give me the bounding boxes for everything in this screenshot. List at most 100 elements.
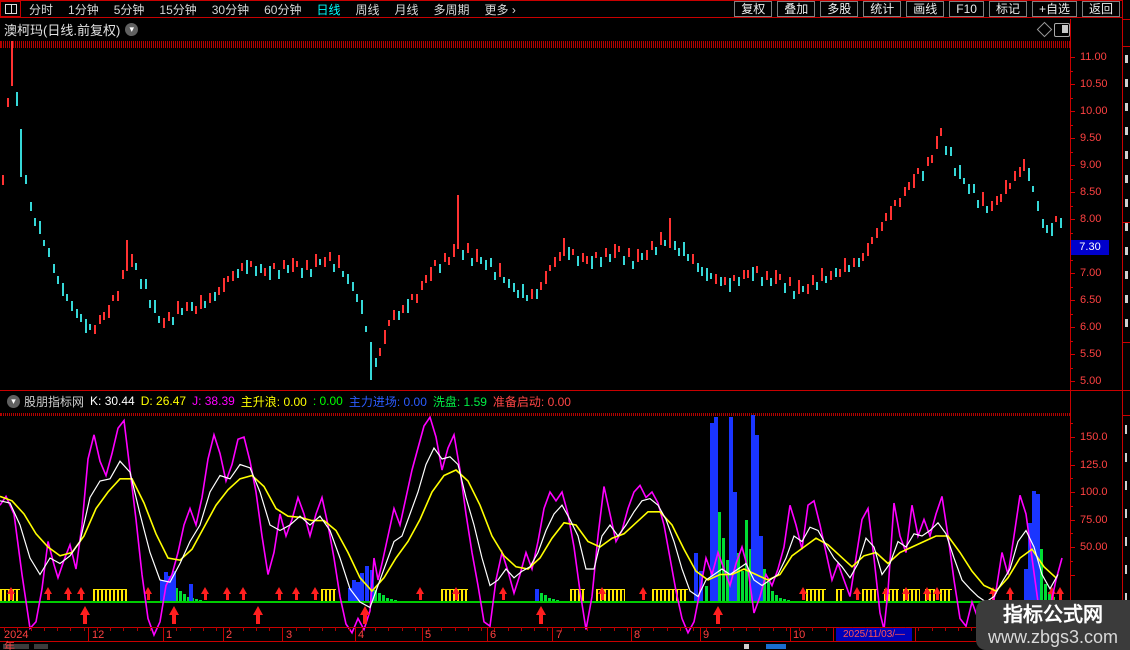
candle — [917, 167, 919, 175]
candle — [904, 186, 906, 196]
add-watchlist-button[interactable]: +自选 — [1031, 1, 1077, 17]
period-5min[interactable]: 5分钟 — [114, 1, 145, 18]
candle — [333, 263, 335, 273]
green-volume-bar — [1040, 549, 1043, 602]
buy-signal-arrow — [989, 587, 997, 600]
blue-volume-bar — [535, 588, 539, 602]
candle — [503, 276, 505, 284]
toolbar-right-buttons: 复权 叠加 多股 统计 画线 F10 标记 +自选 返回 — [729, 1, 1120, 17]
date-minor-tick — [84, 627, 85, 631]
candle — [145, 279, 147, 289]
candle — [784, 283, 786, 293]
date-minor-tick — [759, 627, 760, 631]
signal-arrow-below — [253, 606, 263, 624]
buy-signal-arrow — [311, 587, 319, 600]
date-minor-tick — [508, 627, 509, 631]
candle — [462, 250, 464, 260]
price-label: 9.00 — [1080, 159, 1102, 171]
buy-signal-arrow — [223, 587, 231, 600]
candle — [329, 252, 331, 262]
month-label: 10 — [793, 629, 806, 641]
month-separator — [631, 627, 632, 641]
date-minor-tick — [574, 627, 575, 631]
period-1min[interactable]: 1分钟 — [68, 1, 99, 18]
statistics-button[interactable]: 统计 — [863, 1, 902, 17]
candle — [457, 194, 459, 249]
blue-volume-bar — [189, 584, 193, 602]
candle — [342, 270, 344, 278]
axis-tick — [1070, 57, 1075, 58]
blue-volume-bar — [694, 552, 698, 602]
candle — [1037, 201, 1039, 211]
month-label: 3 — [286, 629, 293, 641]
green-volume-bar — [737, 552, 740, 602]
indicator-header: ▾ 股朋指标网 K: 30.44 D: 26.47 J: 38.39 主升浪: 0.0… — [2, 392, 577, 410]
axis-tick — [1070, 437, 1075, 438]
period-day[interactable]: 日线 — [316, 1, 340, 18]
date-minor-tick — [203, 627, 204, 631]
period-month[interactable]: 月线 — [395, 1, 419, 18]
price-label: 9.50 — [1080, 132, 1102, 144]
period-intraday[interactable]: 分时 — [29, 1, 53, 18]
draw-line-button[interactable]: 画线 — [906, 1, 945, 17]
mark-button[interactable]: 标记 — [988, 1, 1027, 17]
candle — [85, 319, 87, 333]
axis-tick — [1070, 354, 1075, 355]
title-dropdown-icon[interactable]: ▾ — [125, 23, 139, 36]
candlestick-chart[interactable] — [0, 41, 1070, 388]
candle — [430, 267, 432, 281]
multi-stock-button[interactable]: 多股 — [820, 1, 859, 17]
candle — [517, 290, 519, 299]
candle — [398, 310, 400, 320]
candle — [232, 270, 234, 281]
blue-volume-bar — [365, 565, 369, 602]
indicator-collapse-icon[interactable]: ▾ — [7, 394, 20, 408]
candle — [605, 248, 607, 258]
indicator-chart[interactable] — [0, 413, 1070, 627]
month-separator — [88, 627, 89, 641]
clipped-right-sidebar — [1122, 0, 1130, 650]
candle — [982, 192, 984, 206]
month-label: 2 — [226, 629, 233, 641]
candle — [881, 222, 883, 232]
candle — [20, 128, 22, 177]
adjust-rights-button[interactable]: 复权 — [734, 1, 773, 17]
candle — [968, 183, 970, 194]
overlay-button[interactable]: 叠加 — [777, 1, 816, 17]
candle — [646, 250, 648, 260]
period-15min[interactable]: 15分钟 — [159, 1, 196, 18]
window-split-icon[interactable] — [0, 1, 21, 17]
period-week[interactable]: 周线 — [355, 1, 379, 18]
f10-button[interactable]: F10 — [949, 1, 984, 17]
candle — [39, 220, 41, 235]
date-minor-tick — [521, 627, 522, 631]
date-minor-tick — [44, 627, 45, 631]
candle — [526, 294, 528, 302]
period-30min[interactable]: 30分钟 — [212, 1, 249, 18]
month-separator — [487, 627, 488, 641]
date-minor-tick — [958, 627, 959, 631]
period-more[interactable]: 更多 › — [485, 1, 516, 18]
date-minor-tick — [812, 627, 813, 631]
indicator-value-主力进场: 主力进场: 0.00 — [348, 394, 427, 409]
candle — [94, 324, 96, 335]
green-volume-bar — [722, 538, 725, 602]
date-minor-tick — [587, 627, 588, 631]
period-60min[interactable]: 60分钟 — [264, 1, 301, 18]
buy-signal-arrow — [799, 587, 807, 600]
period-multi[interactable]: 多周期 — [434, 1, 470, 18]
month-label: 4 — [358, 629, 365, 641]
date-minor-tick — [932, 627, 933, 631]
candle — [761, 276, 763, 287]
candle — [209, 292, 211, 303]
candle — [278, 269, 280, 280]
candle — [536, 289, 538, 299]
back-button[interactable]: 返回 — [1081, 1, 1120, 17]
candle — [444, 252, 446, 262]
month-label: 2024年 — [4, 629, 29, 650]
candle — [126, 239, 128, 271]
indicator-axis-label: 75.00 — [1080, 513, 1108, 526]
candle — [715, 274, 717, 284]
axis-tick — [1070, 287, 1073, 288]
blue-volume-bar — [172, 571, 176, 602]
